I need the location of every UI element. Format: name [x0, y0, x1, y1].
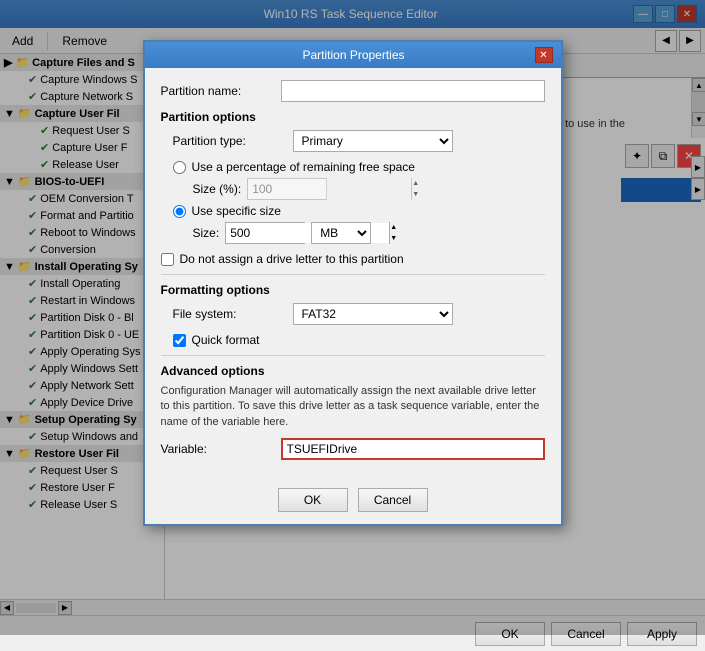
modal-close-button[interactable]: ✕ — [535, 47, 553, 63]
divider2 — [161, 355, 545, 356]
size-percent-down: ▼ — [412, 189, 419, 200]
modal-body: Partition name: Partition options Partit… — [145, 68, 561, 480]
size-percent-up: ▲ — [412, 178, 419, 189]
variable-label: Variable: — [161, 442, 281, 456]
size-percent-label: Size (%): — [193, 182, 242, 196]
partition-properties-dialog: Partition Properties ✕ Partition name: P… — [143, 40, 563, 526]
size-label: Size: — [193, 226, 220, 240]
advanced-options-label: Advanced options — [161, 364, 545, 378]
size-percent-row: Size (%): ▲ ▼ — [193, 178, 545, 200]
divider1 — [161, 274, 545, 275]
modal-cancel-button[interactable]: Cancel — [358, 488, 428, 512]
partition-options-content: Partition type: Primary Extended Logical… — [173, 130, 545, 244]
size-unit-select[interactable]: MB GB — [311, 222, 371, 244]
size-percent-input — [248, 179, 411, 199]
size-up-arrow[interactable]: ▲ — [390, 222, 397, 233]
filesystem-row: File system: FAT32 NTFS exFAT — [173, 303, 545, 325]
size-percent-arrows: ▲ ▼ — [411, 178, 419, 200]
partition-type-row: Partition type: Primary Extended Logical — [173, 130, 545, 152]
no-drive-letter-label: Do not assign a drive letter to this par… — [180, 252, 404, 266]
variable-input[interactable] — [281, 438, 545, 460]
formatting-options-label: Formatting options — [161, 283, 545, 297]
modal-ok-button[interactable]: OK — [278, 488, 348, 512]
formatting-content: File system: FAT32 NTFS exFAT Quick form… — [173, 303, 545, 347]
radio-specific-label: Use specific size — [192, 204, 281, 218]
modal-overlay: Partition Properties ✕ Partition name: P… — [0, 0, 705, 635]
filesystem-label: File system: — [173, 307, 293, 321]
partition-type-select[interactable]: Primary Extended Logical — [293, 130, 453, 152]
size-arrows[interactable]: ▲ ▼ — [389, 222, 397, 244]
size-value-row: Size: ▲ ▼ MB GB — [193, 222, 545, 244]
partition-type-label: Partition type: — [173, 134, 293, 148]
radio-percentage-row: Use a percentage of remaining free space — [173, 160, 545, 174]
no-drive-letter-row: Do not assign a drive letter to this par… — [161, 252, 545, 266]
modal-title-bar: Partition Properties ✕ — [145, 42, 561, 68]
variable-row: Variable: — [161, 438, 545, 460]
filesystem-select[interactable]: FAT32 NTFS exFAT — [293, 303, 453, 325]
modal-footer: OK Cancel — [145, 480, 561, 524]
quick-format-label: Quick format — [192, 333, 260, 347]
no-drive-letter-checkbox[interactable] — [161, 253, 174, 266]
quick-format-row: Quick format — [173, 333, 545, 347]
partition-options-label: Partition options — [161, 110, 545, 124]
radio-specific-row: Use specific size — [173, 204, 545, 218]
radio-percentage[interactable] — [173, 161, 186, 174]
quick-format-checkbox[interactable] — [173, 334, 186, 347]
partition-name-input[interactable] — [281, 80, 545, 102]
radio-specific[interactable] — [173, 205, 186, 218]
size-down-arrow[interactable]: ▼ — [390, 233, 397, 244]
modal-title: Partition Properties — [173, 48, 535, 62]
partition-name-row: Partition name: — [161, 80, 545, 102]
partition-name-label: Partition name: — [161, 84, 281, 98]
radio-percentage-label: Use a percentage of remaining free space — [192, 160, 415, 174]
advanced-desc: Configuration Manager will automatically… — [161, 384, 545, 430]
size-percent-spinner: ▲ ▼ — [247, 178, 327, 200]
size-spinner[interactable]: ▲ ▼ — [225, 222, 305, 244]
